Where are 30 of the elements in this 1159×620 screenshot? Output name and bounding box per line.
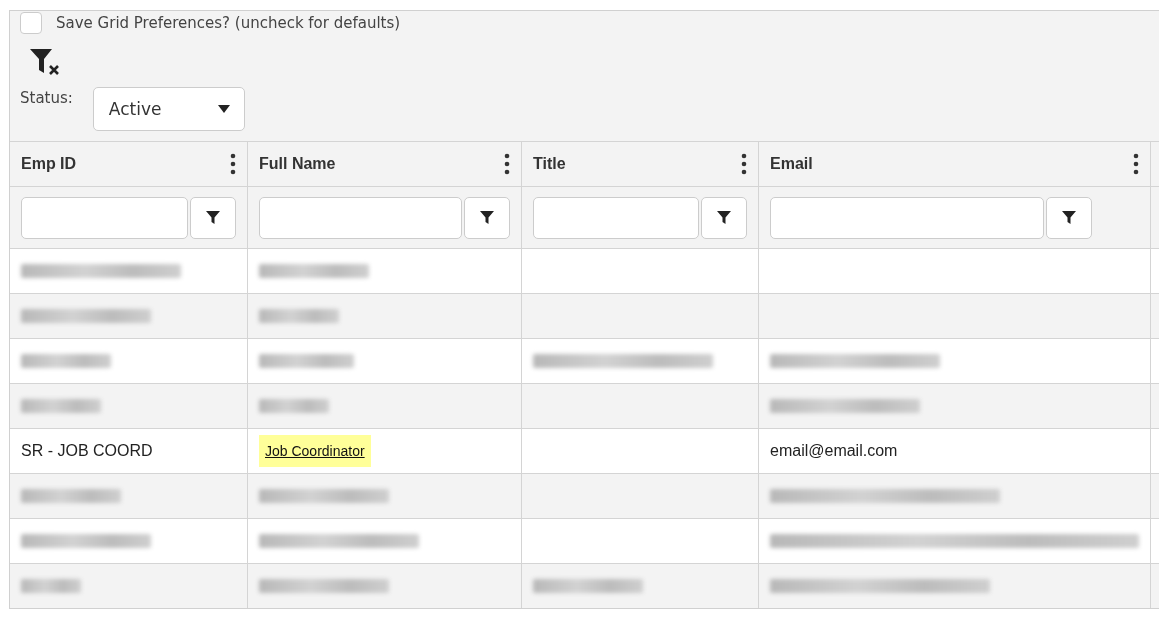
filter-field[interactable]	[770, 196, 1044, 239]
filter-icon	[1062, 210, 1076, 225]
filter-button[interactable]	[190, 196, 236, 239]
filter-field[interactable]	[533, 196, 699, 239]
filter-icon	[717, 210, 731, 225]
status-dropdown[interactable]: Active	[92, 87, 245, 131]
redacted-text	[21, 579, 81, 593]
status-label: Status:	[20, 89, 73, 107]
caret-icon	[217, 105, 230, 113]
table-cell: SR - JOB COORD	[21, 442, 153, 460]
column-header[interactable]: Title	[533, 155, 741, 173]
column-menu-icon[interactable]	[230, 153, 236, 175]
column-header[interactable]: Full Name	[259, 155, 504, 173]
filter-icon	[206, 210, 220, 225]
column-header[interactable]: Emp ID	[21, 155, 230, 173]
filter-field[interactable]	[259, 196, 462, 239]
column-menu-icon[interactable]	[741, 153, 747, 175]
filter-field[interactable]	[21, 196, 188, 239]
column-header[interactable]: Email	[770, 155, 1133, 173]
filter-icon	[480, 210, 494, 225]
filter-button[interactable]	[701, 196, 747, 239]
column-menu-icon[interactable]	[504, 153, 510, 175]
filter-button[interactable]	[464, 196, 510, 239]
table-cell: email@email.com	[770, 442, 898, 460]
checkbox-label: Save Grid Preferences? (uncheck for defaults)	[56, 14, 401, 32]
column-menu-icon[interactable]	[1133, 153, 1139, 175]
checkbox[interactable]	[20, 12, 42, 34]
name-link[interactable]: Job Coordinator	[259, 435, 371, 467]
redacted-text	[259, 399, 329, 413]
filter-button[interactable]	[1046, 196, 1092, 239]
